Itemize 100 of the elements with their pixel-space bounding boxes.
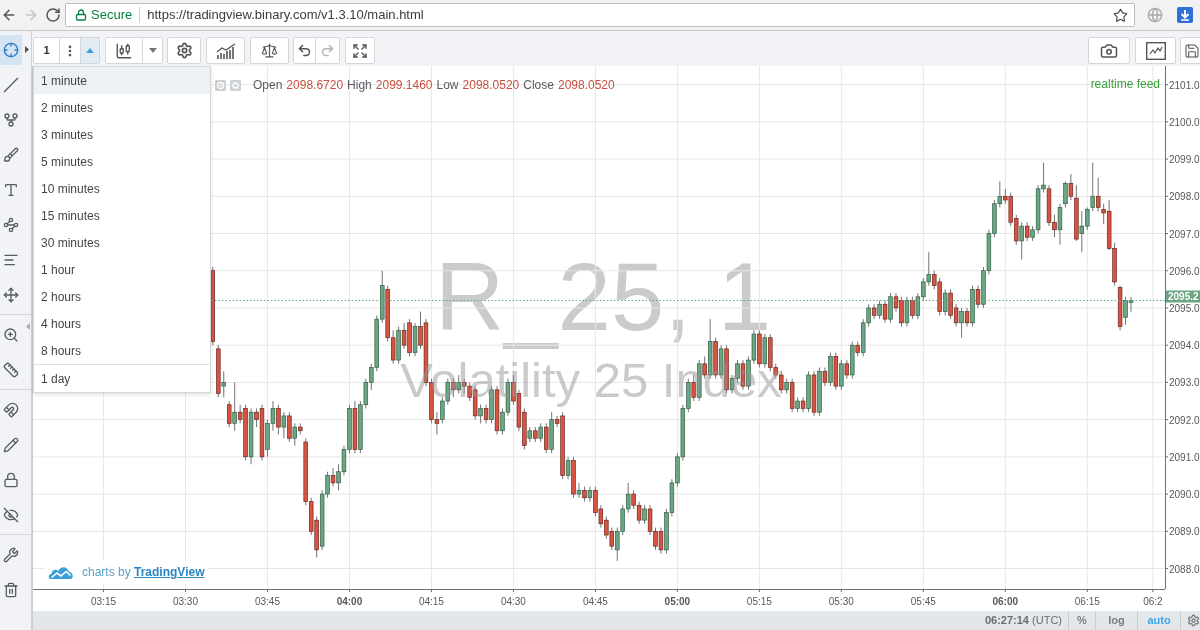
interval-menu-item[interactable]: 30 minutes	[34, 229, 210, 256]
line-chart-icon	[1145, 41, 1166, 60]
candlestick	[1024, 221, 1030, 242]
price-label: 2098.0	[1169, 191, 1200, 203]
price-label: 2099.0	[1169, 154, 1200, 166]
price-label: 2092.0	[1169, 414, 1200, 426]
interval-menu-item[interactable]: 8 hours	[34, 337, 210, 364]
ruler-icon	[3, 361, 19, 378]
chart-style-button[interactable]	[105, 37, 143, 64]
drawing-tool-button[interactable]	[0, 34, 22, 65]
time-label: 04:30	[500, 596, 526, 607]
candlestick	[227, 400, 232, 428]
bar-chart-icon	[215, 42, 236, 59]
time-label: 05:45	[910, 596, 936, 607]
time-label: 04:15	[418, 596, 444, 607]
ring-icon	[215, 79, 226, 91]
bookmark-button[interactable]	[1113, 7, 1128, 23]
legend-label: High	[347, 79, 372, 91]
settings-icon	[175, 42, 193, 59]
wrench-icon	[3, 546, 19, 563]
candlestick	[1090, 162, 1095, 212]
candlestick	[1063, 180, 1068, 208]
interval-menu-item[interactable]: 1 minute	[34, 67, 210, 94]
more-button[interactable]	[60, 37, 81, 64]
forward-arrow-icon	[23, 7, 39, 23]
settings-button[interactable]	[1180, 611, 1200, 630]
interval-menu-item[interactable]: 5 minutes	[34, 148, 210, 175]
candlestick	[538, 422, 543, 443]
settings-icon	[1187, 614, 1200, 627]
candlestick	[882, 300, 888, 324]
trash-icon	[3, 581, 19, 598]
back-button[interactable]	[1, 7, 17, 23]
fullscreen-button[interactable]	[345, 37, 375, 64]
settings-button[interactable]	[167, 37, 201, 64]
candlestick	[910, 296, 915, 320]
interval-button[interactable]: 1	[33, 37, 60, 64]
address-bar[interactable]: Secure https://tradingview.binary.com/v1.3.10/main.html	[65, 3, 1135, 27]
candlestick	[844, 359, 850, 380]
candlestick	[587, 486, 593, 503]
branding-text: charts by TradingView	[82, 564, 205, 581]
candlestick	[975, 285, 981, 309]
interval-menu-item[interactable]: 2 minutes	[34, 94, 210, 121]
chart-view-button[interactable]	[1135, 37, 1176, 64]
price-label: 2091.0	[1169, 451, 1200, 463]
download-icon[interactable]	[1177, 7, 1193, 23]
legend-value: 2098.6720	[286, 79, 344, 91]
candlestick	[330, 467, 336, 488]
candlestick	[565, 456, 571, 480]
pencil-icon	[3, 436, 19, 453]
caret-down-icon	[148, 48, 157, 53]
legend-label: Close	[523, 79, 554, 91]
candlestick	[822, 367, 828, 387]
cloud-icon	[48, 565, 74, 579]
legend-label: Open	[253, 79, 283, 91]
interval-menu-item[interactable]: 1 day	[34, 365, 210, 392]
last-price-label: 2095.2	[1166, 290, 1200, 303]
interval-menu-item[interactable]: 1 hour	[34, 256, 210, 283]
camera-icon	[1100, 41, 1118, 60]
time-label: 05:00	[664, 596, 691, 607]
interval-menu-item[interactable]: 10 minutes	[34, 175, 210, 202]
price-label: 2089.0	[1169, 526, 1200, 538]
save-icon	[1184, 42, 1200, 59]
candlestick	[1096, 177, 1101, 212]
text-tool-icon	[3, 181, 19, 198]
price-label: 2094.0	[1169, 340, 1200, 352]
undo-icon	[297, 43, 312, 58]
time-label: 05:30	[828, 596, 854, 607]
candlestick	[292, 422, 297, 447]
time-label: 06:00	[992, 596, 1019, 607]
time-label: 03:15	[91, 596, 116, 607]
candlestick	[281, 411, 287, 439]
reload-button[interactable]	[45, 7, 61, 23]
screenshot-button[interactable]	[1088, 37, 1130, 64]
legend-label: Low	[436, 79, 459, 91]
legend-value: 2098.0520	[557, 79, 615, 91]
waypoints-icon	[3, 216, 19, 233]
clock-text: 06:27:14 (UTC)	[984, 613, 1063, 629]
candlestick	[877, 300, 882, 320]
time-label: 03:45	[254, 596, 280, 607]
tradingview-link[interactable]: TradingView	[134, 565, 205, 579]
url-text: https://tradingview.binary.com/v1.3.10/main.html	[147, 6, 424, 25]
time-label: 03:30	[172, 596, 198, 607]
price-label: 2100.0	[1169, 116, 1200, 128]
lock-icon	[75, 9, 87, 21]
chart-style-dropdown-button[interactable]	[143, 37, 163, 64]
undo-button[interactable]	[293, 37, 316, 64]
interval-menu-item[interactable]: 2 hours	[34, 283, 210, 310]
price-label: 2096.0	[1169, 265, 1200, 277]
compare-button[interactable]	[250, 37, 289, 64]
candlestick	[1068, 173, 1074, 201]
interval-menu-item[interactable]: 15 minutes	[34, 202, 210, 229]
indicators-button[interactable]	[206, 37, 245, 64]
gear-icon	[230, 79, 241, 91]
time-label: 06:2	[1143, 596, 1163, 607]
save-button[interactable]	[1180, 37, 1200, 64]
interval-menu-item[interactable]: 3 minutes	[34, 121, 210, 148]
legend-value: 2099.1460	[375, 79, 433, 91]
fork-icon	[3, 111, 19, 128]
time-label: 04:45	[582, 596, 608, 607]
interval-menu-item[interactable]: 4 hours	[34, 310, 210, 337]
